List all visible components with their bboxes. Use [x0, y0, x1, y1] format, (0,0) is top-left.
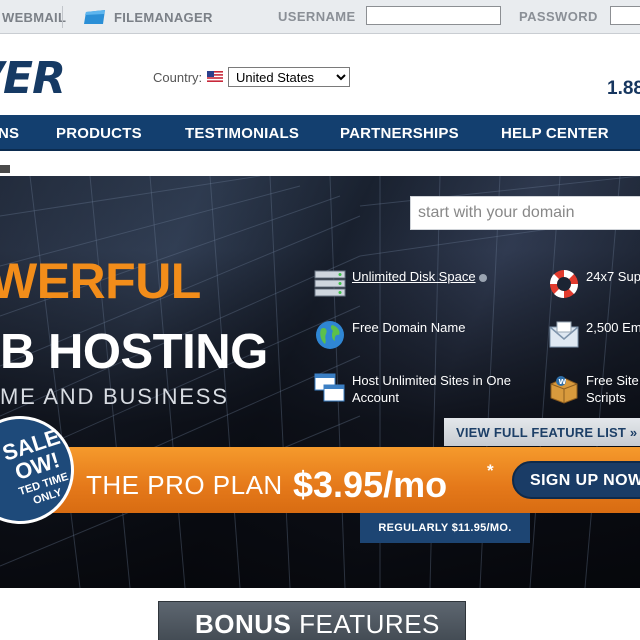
envelope-icon — [549, 321, 579, 348]
bonus-heading-bold: BONUS — [195, 609, 292, 639]
main-nav: NS PRODUCTS TESTIMONIALS PARTNERSHIPS HE… — [0, 115, 640, 151]
feature-support-label: 24x7 Sup — [586, 269, 640, 284]
hero-headline-web-hosting: B HOSTING — [0, 325, 268, 379]
regular-price-label: REGULARLY $11.95/MO. — [360, 513, 530, 543]
plan-name: THE PRO PLAN — [86, 470, 283, 500]
price-asterisk: * — [487, 461, 494, 480]
hero-banner: start with your domain WERFUL B HOSTING … — [0, 176, 640, 588]
hero-subheadline: ME AND BUSINESS — [0, 384, 229, 409]
nav-item-partnerships[interactable]: PARTNERSHIPS — [340, 125, 459, 142]
username-label: USERNAME — [278, 9, 356, 24]
feature-email-label: 2,500 Em — [586, 320, 640, 335]
bonus-heading-rest: FEATURES — [291, 609, 440, 639]
plan-price: $3.95/mo — [293, 464, 448, 505]
feature-scripts-label: Free Site Scripts — [586, 373, 639, 405]
folder-icon — [84, 10, 105, 24]
lifebuoy-icon — [549, 269, 579, 299]
feature-scripts: W Free Site Scripts — [548, 372, 640, 412]
bonus-section: BONUS FEATURES — [0, 588, 640, 640]
feature-disk-space-link[interactable]: Unlimited Disk Space — [352, 269, 476, 284]
feature-support: 24x7 Sup — [548, 268, 640, 302]
nav-item-testimonials[interactable]: TESTIMONIALS — [185, 125, 299, 142]
nav-item-products[interactable]: PRODUCTS — [56, 125, 142, 142]
nav-item-help-center[interactable]: HELP CENTER — [501, 125, 609, 142]
decorative-tab — [0, 165, 10, 173]
feature-unlimited-sites: Host Unlimited Sites in One Account — [314, 372, 534, 412]
topbar-divider — [62, 6, 63, 28]
svg-text:W: W — [559, 378, 567, 386]
bonus-features-heading: BONUS FEATURES — [158, 601, 466, 640]
feature-domain-label: Free Domain Name — [352, 320, 466, 335]
feature-unlimited-sites-label: Host Unlimited Sites in One Account — [352, 373, 511, 405]
country-select[interactable]: United States — [228, 67, 350, 87]
feature-disk-space: Unlimited Disk Space — [314, 268, 514, 302]
webmail-link[interactable]: WEBMAIL — [2, 10, 66, 25]
globe-icon — [316, 321, 344, 349]
top-utility-bar: WEBMAIL FILEMANAGER USERNAME PASSWORD — [0, 0, 640, 34]
nav-spacer — [0, 153, 640, 176]
sign-up-button[interactable]: SIGN UP NOW — [512, 461, 640, 499]
username-input[interactable] — [366, 6, 501, 25]
filemanager-link[interactable]: FILEMANAGER — [114, 10, 213, 25]
password-input[interactable] — [610, 6, 640, 25]
promo-bar: THE PRO PLAN $3.95/mo * SIGN UP NOW — [0, 447, 640, 513]
us-flag-icon — [207, 71, 223, 82]
site-logo[interactable]: VER — [0, 53, 66, 104]
phone-number: 1.88 — [607, 78, 640, 99]
view-full-feature-list-button[interactable]: VIEW FULL FEATURE LIST » — [444, 418, 640, 446]
hero-headline-powerful: WERFUL — [0, 253, 201, 309]
feature-domain: Free Domain Name — [314, 319, 514, 353]
domain-search-input[interactable]: start with your domain — [410, 196, 640, 230]
country-label: Country: — [153, 70, 203, 85]
password-label: PASSWORD — [519, 9, 598, 24]
page: WEBMAIL FILEMANAGER USERNAME PASSWORD VE… — [0, 0, 640, 640]
nav-item-plans[interactable]: NS — [0, 125, 19, 142]
server-icon — [314, 270, 346, 297]
wordpress-box-icon: W — [550, 376, 578, 404]
site-header: VER Country: United States 1.88 — [0, 35, 640, 115]
feature-email: 2,500 Em — [548, 319, 640, 353]
info-icon[interactable] — [478, 273, 487, 282]
windows-icon — [314, 373, 345, 402]
